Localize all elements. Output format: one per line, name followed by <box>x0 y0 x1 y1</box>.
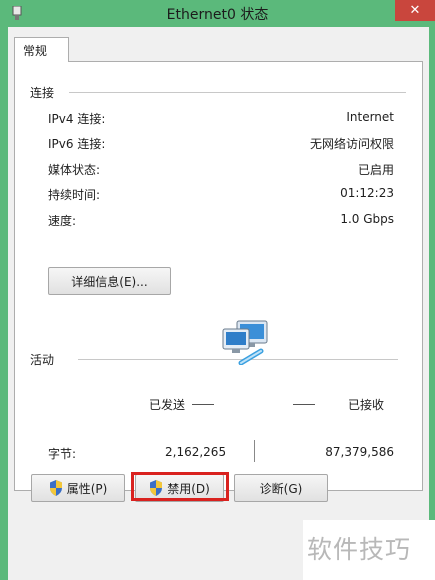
ipv6-label: IPv6 连接: <box>48 137 106 151</box>
tab-panel: 连接 IPv4 连接: Internet IPv6 连接: 无网络访问权限 媒体… <box>14 61 423 491</box>
tab-general[interactable]: 常规 <box>14 37 69 62</box>
duration-label: 持续时间: <box>48 188 101 202</box>
activity-section-label: 活动 <box>30 351 61 368</box>
close-button[interactable]: ✕ <box>395 0 435 21</box>
bytes-separator <box>254 440 255 462</box>
diagnose-button[interactable]: 诊断(G) <box>234 474 328 502</box>
ipv4-value: Internet <box>346 110 394 124</box>
speed-value: 1.0 Gbps <box>340 212 394 226</box>
bytes-sent-value: 2,162,265 <box>165 445 227 459</box>
network-computers-icon <box>222 320 268 365</box>
duration-value: 01:12:23 <box>340 186 394 200</box>
media-state-value: 已启用 <box>357 163 394 177</box>
received-label: 已接收 <box>348 398 385 412</box>
connection-section-label: 连接 <box>30 84 61 101</box>
received-dash <box>293 404 315 405</box>
title-bar: Ethernet0 状态 ✕ <box>0 0 435 27</box>
watermark-text: 软件技巧 <box>307 535 412 564</box>
properties-button-label: 属性(P) <box>66 481 108 496</box>
details-button[interactable]: 详细信息(E)... <box>48 267 171 295</box>
uac-shield-icon <box>49 480 62 496</box>
connection-divider <box>69 92 406 93</box>
properties-button[interactable]: 属性(P) <box>31 474 125 502</box>
bytes-label: 字节: <box>48 447 77 461</box>
bytes-received-value: 87,379,586 <box>325 445 394 459</box>
ipv4-label: IPv4 连接: <box>48 112 106 126</box>
ipv6-value: 无网络访问权限 <box>309 137 394 151</box>
speed-label: 速度: <box>48 214 77 228</box>
window-title: Ethernet0 状态 <box>166 7 269 23</box>
disable-button-highlight <box>131 472 229 501</box>
media-state-label: 媒体状态: <box>48 163 101 177</box>
sent-label: 已发送 <box>149 398 186 412</box>
sent-dash <box>192 404 214 405</box>
